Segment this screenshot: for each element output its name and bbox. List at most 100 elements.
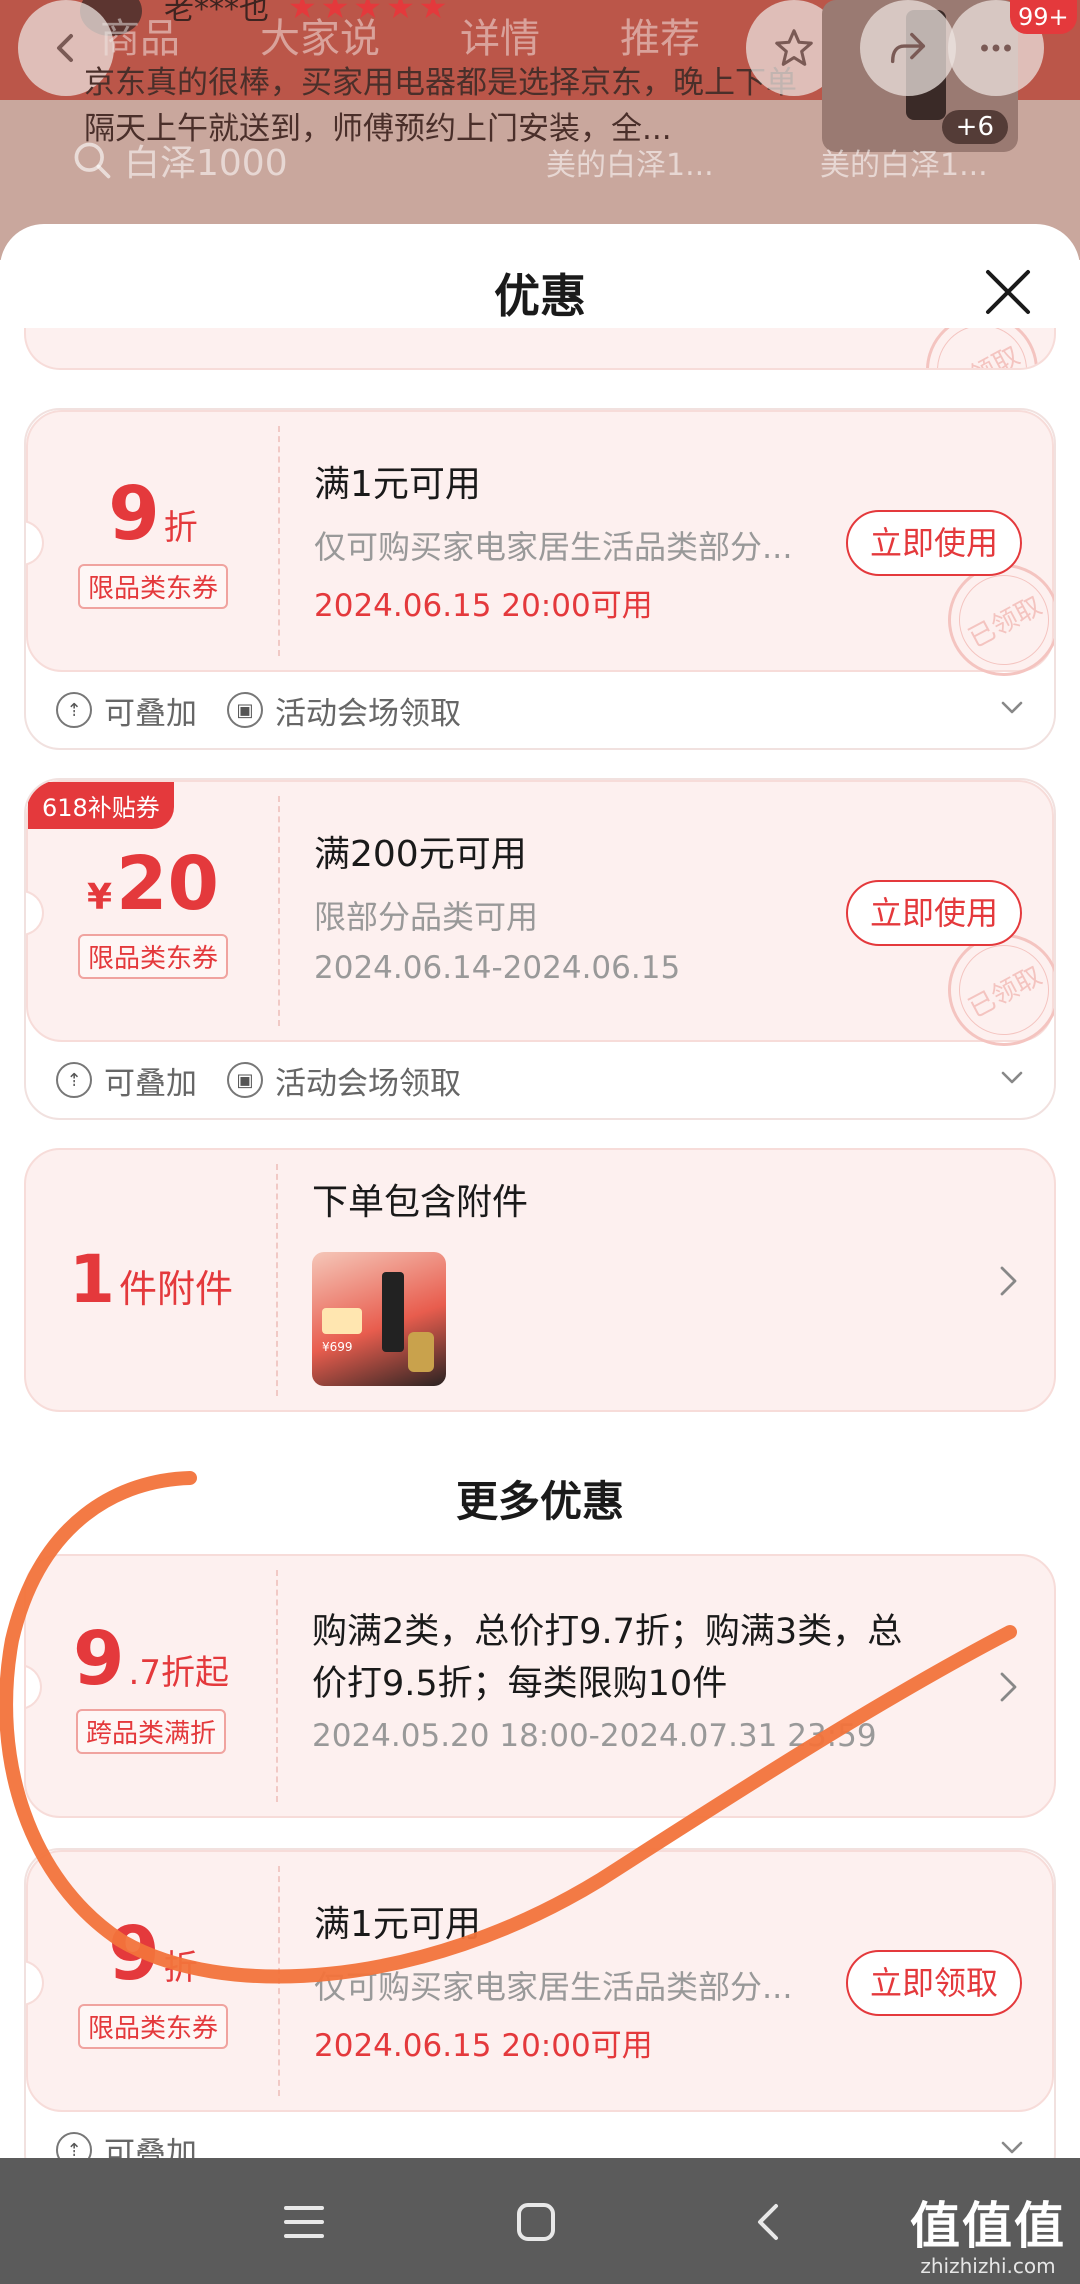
discount-card[interactable]: 9 .7折起 跨品类满折 购满2类，总价打9.7折；购满3类，总价打9.5折；每… xyxy=(24,1554,1056,1818)
coupon-main: 9 折 限品类东券 满1元可用 仅可购买家电家居生活品类部分... 2024.0… xyxy=(26,1850,1054,2112)
share-icon xyxy=(890,32,926,64)
coupon-footer[interactable]: ⇡ 可叠加 ▣ 活动会场领取 xyxy=(26,672,1054,748)
stackable-info: ⇡ 可叠加 xyxy=(56,2128,197,2161)
coupon-currency: ¥ xyxy=(86,876,113,918)
stack-icon: ⇡ xyxy=(56,692,92,728)
home-square-icon xyxy=(517,2203,555,2241)
close-icon[interactable] xyxy=(982,266,1034,318)
search-suggestion-text: 白泽1000 xyxy=(124,143,288,184)
discount-time: 2024.05.20 18:00-2024.07.31 23:59 xyxy=(312,1718,877,1754)
coupon-card-partial: 已领取 xyxy=(24,328,1056,370)
background-tabs: 商品 大家说 详情 推荐 xyxy=(100,6,700,64)
discount-type-tag: 跨品类满折 xyxy=(75,1708,226,1754)
coupon-type-tag: 限品类东券 xyxy=(77,933,228,979)
back-nav-button[interactable] xyxy=(738,2194,798,2250)
coupon-card[interactable]: 9 折 限品类东券 满1元可用 仅可购买家电家居生活品类部分... 2024.0… xyxy=(24,1848,1056,2160)
source-info: ▣ 活动会场领取 xyxy=(227,688,461,733)
related-chip[interactable]: 美的白泽1... xyxy=(546,140,714,184)
discount-divider xyxy=(276,1570,278,1802)
stack-icon: ⇡ xyxy=(56,2132,92,2160)
chevron-down-icon[interactable] xyxy=(998,2134,1026,2160)
tab-recommend[interactable]: 推荐 xyxy=(620,6,700,64)
discount-amount: 9 .7折起 xyxy=(73,1619,229,1699)
coupon-card[interactable]: ¥ 20 限品类东券 满200元可用 限部分品类可用 2024.06.14-20… xyxy=(24,778,1056,1120)
coupon-amount-number: 9 xyxy=(108,470,160,557)
coupon-main: ¥ 20 限品类东券 满200元可用 限部分品类可用 2024.06.14-20… xyxy=(26,780,1054,1066)
gift-card[interactable]: 1 件附件 下单包含附件 ¥699 xyxy=(24,1148,1056,1412)
gift-unit: 件附件 xyxy=(118,1267,233,1311)
stackable-label: 可叠加 xyxy=(104,1065,197,1102)
coupon-time: 2024.06.14-2024.06.15 xyxy=(314,950,681,986)
discount-amount-unit: .7折起 xyxy=(128,1652,229,1693)
tab-reviews[interactable]: 大家说 xyxy=(260,6,380,64)
search-suggestion[interactable]: 白泽1000 xyxy=(70,134,288,186)
more-dots-icon xyxy=(981,44,1011,52)
related-chip[interactable]: 美的白泽1... xyxy=(820,140,988,184)
recent-apps-button[interactable] xyxy=(274,2194,334,2250)
share-button[interactable] xyxy=(860,0,956,96)
coupon-scope: 仅可购买家电家居生活品类部分... xyxy=(314,1968,793,2006)
gift-count: 1 xyxy=(69,1241,115,1318)
venue-icon: ▣ xyxy=(227,692,263,728)
chevron-right-icon[interactable] xyxy=(998,1668,1020,1706)
system-navigation-bar: 值值值 zhizhizhi.com xyxy=(0,2158,1080,2284)
more-images-count: +6 xyxy=(941,110,1008,144)
watermark-url: zhizhizhi.com xyxy=(920,2254,1056,2278)
site-watermark: 值值值 zhizhizhi.com xyxy=(910,2198,1066,2278)
stackable-info: ⇡ 可叠加 xyxy=(56,1058,197,1103)
coupon-amount: 9 折 xyxy=(108,474,198,554)
more-offers-title: 更多优惠 xyxy=(455,1477,624,1526)
sheet-title: 优惠 xyxy=(494,269,586,323)
stackable-label: 可叠加 xyxy=(104,2135,197,2161)
coupon-amount-number: 20 xyxy=(116,840,220,927)
gift-thumb-label xyxy=(322,1308,362,1334)
coupon-footer[interactable]: ⇡ 可叠加 xyxy=(26,2112,1054,2160)
coupon-footer[interactable]: ⇡ 可叠加 ▣ 活动会场领取 xyxy=(26,1042,1054,1118)
home-button[interactable] xyxy=(506,2194,566,2250)
tab-details[interactable]: 详情 xyxy=(460,6,540,64)
gift-amount: 1 件附件 xyxy=(69,1240,233,1320)
notification-badge: 99+ xyxy=(1010,0,1077,34)
coupon-divider xyxy=(278,1866,280,2096)
coupon-details: 满200元可用 限部分品类可用 2024.06.14-2024.06.15 xyxy=(314,832,874,986)
coupon-condition: 满1元可用 xyxy=(314,1904,481,1945)
star-icon xyxy=(775,29,813,66)
back-arrow-icon xyxy=(758,2204,778,2240)
discount-rule: 购满2类，总价打9.7折；购满3类，总价打9.5折；每类限购10件 xyxy=(312,1612,903,1704)
chevron-down-icon[interactable] xyxy=(998,1064,1026,1092)
chevron-down-icon[interactable] xyxy=(998,694,1026,722)
gift-thumbnail[interactable]: ¥699 xyxy=(312,1252,446,1386)
coupon-details: 满1元可用 仅可购买家电家居生活品类部分... 2024.06.15 20:00… xyxy=(314,1902,874,2065)
source-label: 活动会场领取 xyxy=(275,1065,461,1102)
discount-details: 购满2类，总价打9.7折；购满3类，总价打9.5折；每类限购10件 2024.0… xyxy=(312,1606,912,1754)
discount-value: 9 .7折起 跨品类满折 xyxy=(26,1556,276,1816)
coupon-time: 2024.06.15 20:00可用 xyxy=(314,2028,653,2064)
coupon-scope: 仅可购买家电家居生活品类部分... xyxy=(314,528,793,566)
coupon-type-tag: 限品类东券 xyxy=(77,2003,228,2049)
coupon-amount-number: 9 xyxy=(108,1910,160,1997)
gift-divider xyxy=(276,1164,278,1396)
watermark-logo: 值值值 xyxy=(910,2197,1066,2255)
gift-thumb-accessory xyxy=(408,1332,434,1372)
gift-thumb-product xyxy=(382,1272,404,1352)
coupon-details: 满1元可用 仅可购买家电家居生活品类部分... 2024.06.15 20:00… xyxy=(314,462,874,625)
coupon-value: 9 折 限品类东券 xyxy=(28,1852,278,2110)
gift-value: 1 件附件 xyxy=(26,1150,276,1410)
coupon-card[interactable]: 9 折 限品类东券 满1元可用 仅可购买家电家居生活品类部分... 2024.0… xyxy=(24,408,1056,750)
chevron-right-icon[interactable] xyxy=(998,1262,1020,1300)
promotions-sheet: 优惠 已领取 9 折 限品类东券 满1元可用 仅可购买家电家居生活品类部分...… xyxy=(0,224,1080,2160)
stackable-label: 可叠加 xyxy=(104,695,197,732)
coupon-condition: 满1元可用 xyxy=(314,464,481,505)
gift-title: 下单包含附件 xyxy=(312,1182,529,1223)
use-now-button[interactable]: 立即使用 xyxy=(845,880,1022,946)
venue-icon: ▣ xyxy=(227,1062,263,1098)
coupon-amount: 9 折 xyxy=(108,1914,198,1994)
coupon-divider xyxy=(278,796,280,1026)
coupon-main: 9 折 限品类东券 满1元可用 仅可购买家电家居生活品类部分... 2024.0… xyxy=(26,410,1054,696)
stack-icon: ⇡ xyxy=(56,1062,92,1098)
source-info: ▣ 活动会场领取 xyxy=(227,1058,461,1103)
use-now-button[interactable]: 立即使用 xyxy=(845,510,1022,576)
search-icon xyxy=(74,142,111,179)
stackable-info: ⇡ 可叠加 xyxy=(56,688,197,733)
claim-now-button[interactable]: 立即领取 xyxy=(845,1950,1022,2016)
